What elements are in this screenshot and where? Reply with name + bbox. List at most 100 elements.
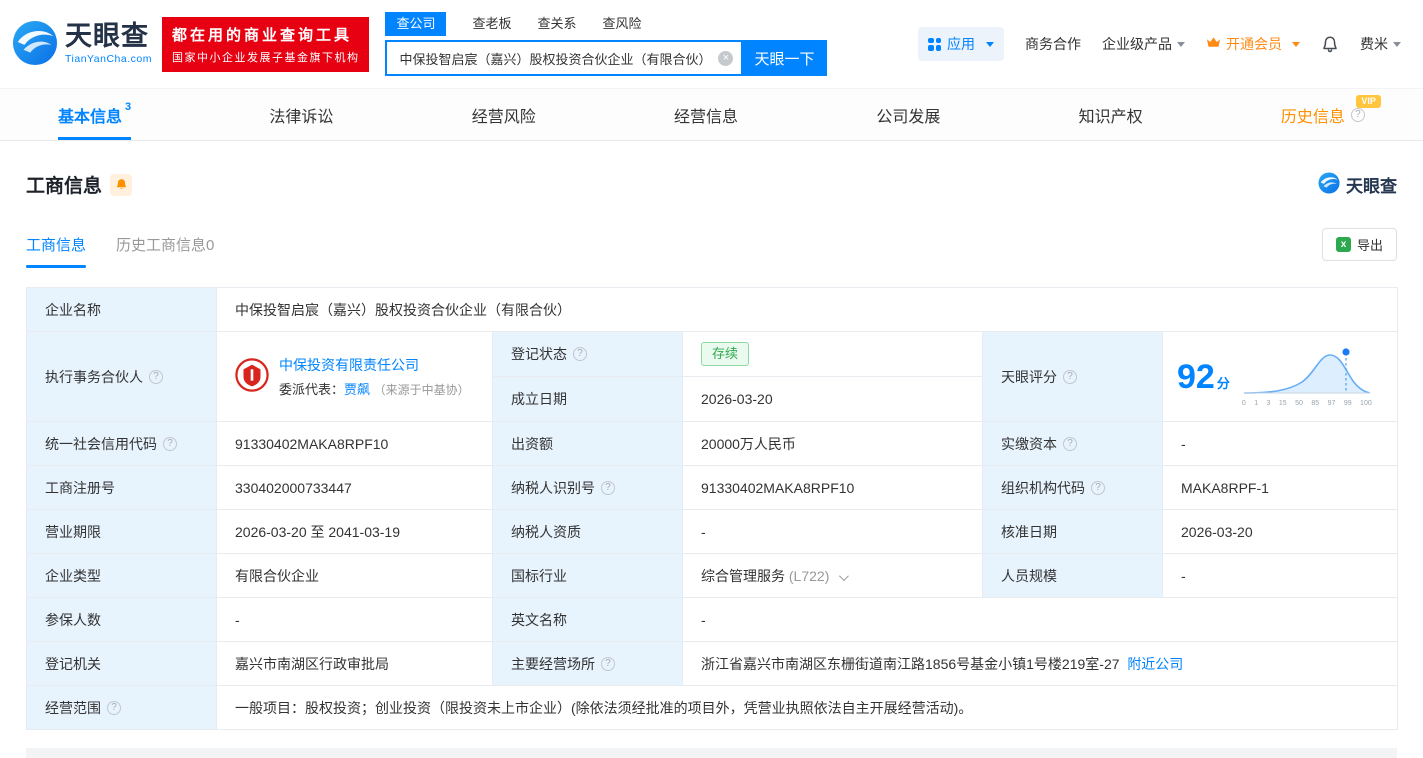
search-input[interactable] — [397, 49, 719, 67]
tab-label: 基本信息 — [58, 108, 123, 126]
clear-search-icon[interactable] — [718, 50, 734, 66]
tianyancha-logo[interactable]: 天眼查 TianYanCha.com — [12, 20, 152, 69]
search-tab-relation[interactable]: 查关系 — [538, 14, 577, 34]
apps-menu[interactable]: 应用 — [918, 27, 1004, 61]
staff-size-label: 人员规模 — [982, 553, 1163, 598]
help-icon[interactable] — [1091, 480, 1105, 495]
partner-company-link[interactable]: 中保投资有限责任公司 — [279, 357, 419, 373]
credit-code-label: 统一社会信用代码 — [26, 421, 217, 466]
menu-cooperation[interactable]: 商务合作 — [1025, 34, 1081, 54]
chevron-down-icon — [986, 41, 994, 47]
help-icon[interactable] — [601, 480, 615, 495]
menu-enterprise-products[interactable]: 企业级产品 — [1102, 34, 1185, 54]
open-vip-button[interactable]: 开通会员 — [1206, 34, 1300, 54]
chevron-down-icon[interactable] — [839, 570, 850, 581]
reg-status-label: 登记状态 — [492, 331, 683, 377]
score-label: 天眼评分 — [982, 331, 1163, 422]
ent-type-value: 有限合伙企业 — [216, 553, 493, 598]
capital-value: 20000万人民币 — [682, 421, 983, 466]
help-icon[interactable] — [573, 347, 587, 361]
tab-count-badge: 3 — [125, 101, 132, 113]
tab-intellectual-property[interactable]: 知识产权 — [1079, 89, 1143, 140]
tab-company-development[interactable]: 公司发展 — [876, 89, 940, 140]
excel-icon — [1335, 237, 1351, 252]
tax-id-value: 91330402MAKA8RPF10 — [682, 465, 983, 510]
tab-label: 经营信息 — [674, 108, 739, 126]
username-label: 费米 — [1360, 36, 1388, 52]
help-icon[interactable] — [149, 369, 163, 384]
monitor-bell-icon[interactable] — [110, 173, 133, 196]
reg-no-value: 330402000733447 — [216, 465, 493, 510]
apps-label: 应用 — [947, 36, 975, 52]
tab-operating-risk[interactable]: 经营风险 — [472, 89, 536, 140]
table-row: 企业类型 有限合伙企业 国标行业 综合管理服务 (L722) 人员规模 - — [26, 553, 1399, 598]
insured-value: - — [216, 597, 493, 642]
table-row: 参保人数 - 英文名称 - — [26, 597, 1399, 642]
help-icon[interactable] — [107, 700, 121, 715]
tab-operating-info[interactable]: 经营信息 — [674, 89, 738, 140]
tianyancha-watermark: 天眼查 — [1318, 172, 1397, 197]
partner-label: 执行事务合伙人 — [26, 331, 217, 422]
ent-name-value: 中保投智启宸（嘉兴）股权投资合伙企业（有限合伙） — [215, 287, 1399, 332]
approve-date-value: 2026-03-20 — [1161, 509, 1399, 554]
search-tab-boss[interactable]: 查老板 — [472, 14, 511, 34]
table-row: 营业期限 2026-03-20 至 2041-03-19 纳税人资质 - 核准日… — [26, 509, 1399, 554]
export-label: 导出 — [1356, 238, 1383, 253]
rep-name-link[interactable]: 贾飙 — [344, 382, 370, 397]
user-menu[interactable]: 费米 — [1360, 34, 1401, 54]
vip-tag: VIP — [1356, 95, 1381, 108]
tianyancha-logo-icon — [12, 20, 58, 69]
cooperation-label: 商务合作 — [1025, 36, 1081, 52]
scope-label: 经营范围 — [26, 685, 217, 730]
chevron-down-icon — [1177, 41, 1185, 47]
tab-history-info[interactable]: 历史信息 VIP — [1281, 89, 1381, 140]
notification-bell-icon[interactable] — [1321, 35, 1339, 53]
tab-legal-proceedings[interactable]: 法律诉讼 — [269, 89, 333, 140]
capital-label: 出资额 — [492, 421, 683, 466]
table-row: 执行事务合伙人 中保投资有限责任公司 委派代表：贾飙 — [26, 331, 1399, 422]
partner-value: 中保投资有限责任公司 委派代表：贾飙 （来源于中基协） — [216, 331, 493, 422]
help-icon[interactable] — [163, 436, 177, 451]
en-name-label: 英文名称 — [492, 597, 683, 642]
subtab-business-info[interactable]: 工商信息 — [26, 234, 87, 268]
search-box: 天眼一下 — [385, 40, 828, 76]
tax-id-label: 纳税人识别号 — [492, 465, 683, 510]
tab-basic-info[interactable]: 基本信息 3 — [58, 89, 132, 140]
address-value: 浙江省嘉兴市南湖区东栅街道南江路1856号基金小镇1号楼219室-27 附近公司 — [681, 641, 1399, 686]
search-tab-risk[interactable]: 查风险 — [603, 14, 642, 34]
search-tab-company[interactable]: 查公司 — [385, 12, 447, 36]
table-row: 工商注册号 330402000733447 纳税人识别号 91330402MAK… — [26, 465, 1399, 510]
section-divider — [26, 748, 1397, 758]
industry-label: 国标行业 — [492, 553, 683, 598]
tab-label: 公司发展 — [876, 108, 941, 126]
company-nav-tabs: 基本信息 3 法律诉讼 经营风险 经营信息 公司发展 知识产权 历史信息 VIP — [0, 88, 1423, 141]
tab-label: 知识产权 — [1078, 108, 1143, 126]
chevron-down-icon — [1292, 41, 1300, 47]
search-tabs: 查公司 查老板 查关系 查风险 — [385, 12, 827, 36]
logo-text-cn: 天眼查 — [65, 21, 149, 51]
industry-value: 综合管理服务 (L722) — [682, 553, 983, 598]
brand-slogan-badge: 都在用的商业查询工具 国家中小企业发展子基金旗下机构 — [161, 16, 370, 72]
rep-label: 委派代表： — [279, 382, 345, 397]
help-icon[interactable] — [1063, 436, 1077, 451]
help-icon[interactable] — [601, 656, 615, 671]
tax-qual-label: 纳税人资质 — [492, 509, 683, 554]
subtab-history-business-info[interactable]: 历史工商信息0 — [116, 234, 214, 255]
active-subtab-underline — [26, 265, 87, 268]
search-button[interactable]: 天眼一下 — [741, 40, 828, 76]
active-tab-underline — [58, 137, 132, 140]
score-curve-chart: 0 1 3 15 50 85 97 99 100 — [1242, 345, 1372, 408]
logo-text-en: TianYanCha.com — [65, 53, 152, 65]
authority-value: 嘉兴市南湖区行政审批局 — [216, 641, 493, 686]
export-button[interactable]: 导出 — [1321, 228, 1397, 261]
nearby-companies-link[interactable]: 附近公司 — [1127, 656, 1183, 672]
partner-logo — [235, 358, 269, 395]
term-value: 2026-03-20 至 2041-03-19 — [216, 509, 493, 554]
subtabs-row: 工商信息 历史工商信息0 导出 — [26, 228, 1397, 268]
search-input-wrap — [385, 40, 742, 76]
authority-label: 登记机关 — [26, 641, 217, 686]
table-row: 统一社会信用代码 91330402MAKA8RPF10 出资额 20000万人民… — [26, 421, 1399, 466]
help-icon[interactable] — [1350, 107, 1365, 122]
help-icon[interactable] — [1063, 369, 1077, 384]
en-name-value: - — [681, 597, 1399, 642]
